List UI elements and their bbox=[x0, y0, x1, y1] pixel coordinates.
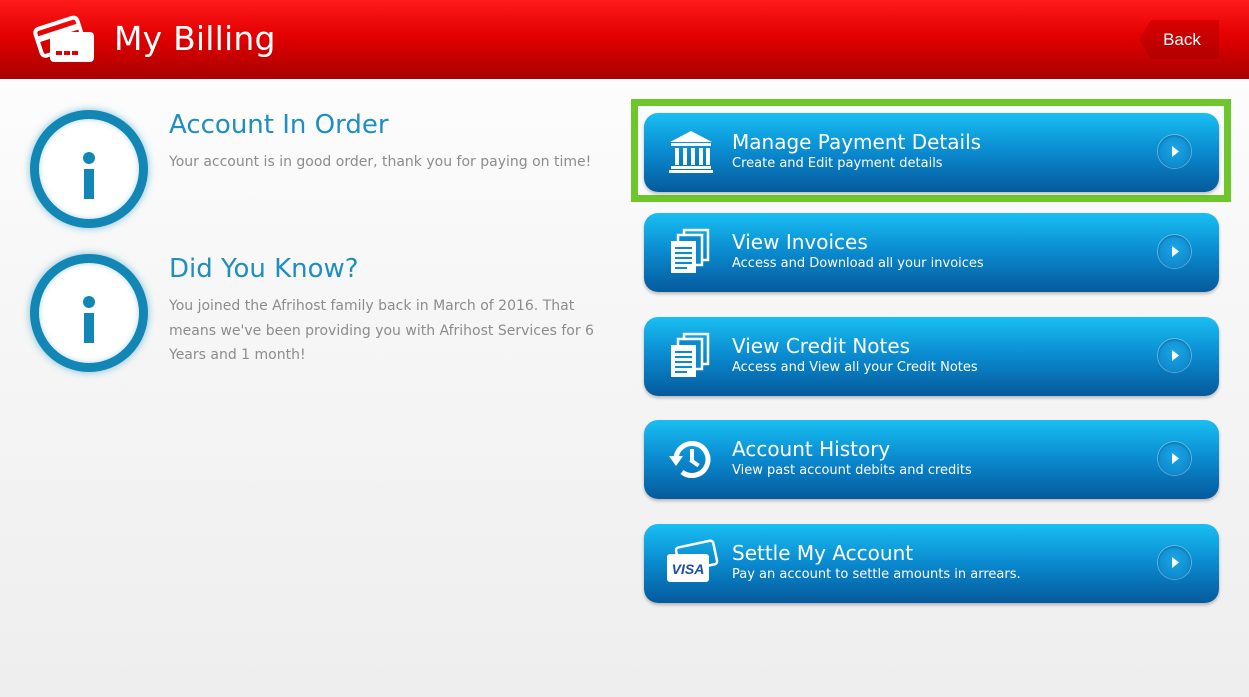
view-invoices-button[interactable]: View Invoices Access and Download all yo… bbox=[644, 213, 1219, 292]
documents-icon bbox=[666, 227, 716, 277]
svg-text:VISA: VISA bbox=[672, 561, 705, 577]
back-button[interactable]: Back bbox=[1139, 20, 1219, 59]
header-bar: My Billing Back bbox=[0, 0, 1249, 79]
did-you-know-title: Did You Know? bbox=[169, 254, 359, 284]
info-icon bbox=[30, 110, 148, 228]
visa-card-icon: VISA bbox=[666, 538, 719, 588]
info-account-status: Account In Order Your account is in good… bbox=[30, 110, 610, 240]
account-status-title: Account In Order bbox=[169, 110, 389, 140]
settle-my-account-button[interactable]: VISA Settle My Account Pay an account to… bbox=[644, 524, 1219, 603]
history-icon bbox=[666, 434, 716, 484]
info-did-you-know: Did You Know? You joined the Afrihost fa… bbox=[30, 254, 610, 384]
account-status-text: Your account is in good order, thank you… bbox=[169, 154, 592, 170]
info-icon bbox=[30, 254, 148, 372]
chevron-right-icon[interactable] bbox=[1158, 135, 1191, 168]
menu-item-subtitle: View past account debits and credits bbox=[732, 463, 972, 478]
chevron-right-icon[interactable] bbox=[1158, 235, 1191, 268]
bank-icon bbox=[666, 127, 716, 177]
page-title: My Billing bbox=[114, 19, 276, 58]
menu-item-subtitle: Access and View all your Credit Notes bbox=[732, 360, 978, 375]
menu-item-title: Account History bbox=[732, 437, 891, 461]
chevron-right-icon[interactable] bbox=[1158, 546, 1191, 579]
chevron-right-icon[interactable] bbox=[1158, 442, 1191, 475]
menu-item-title: Settle My Account bbox=[732, 541, 914, 565]
chevron-right-icon[interactable] bbox=[1158, 339, 1191, 372]
menu-item-title: View Invoices bbox=[732, 230, 868, 254]
menu-item-title: Manage Payment Details bbox=[732, 130, 982, 154]
menu-item-title: View Credit Notes bbox=[732, 334, 911, 358]
account-history-button[interactable]: Account History View past account debits… bbox=[644, 420, 1219, 499]
did-you-know-text: You joined the Afrihost family back in M… bbox=[169, 298, 594, 363]
menu-item-subtitle: Create and Edit payment details bbox=[732, 156, 943, 171]
menu-item-subtitle: Access and Download all your invoices bbox=[732, 256, 984, 271]
manage-payment-details-button[interactable]: Manage Payment Details Create and Edit p… bbox=[644, 113, 1219, 192]
view-credit-notes-button[interactable]: View Credit Notes Access and View all yo… bbox=[644, 317, 1219, 396]
documents-icon bbox=[666, 331, 716, 381]
menu-item-subtitle: Pay an account to settle amounts in arre… bbox=[732, 567, 1021, 582]
credit-cards-icon bbox=[32, 14, 98, 66]
